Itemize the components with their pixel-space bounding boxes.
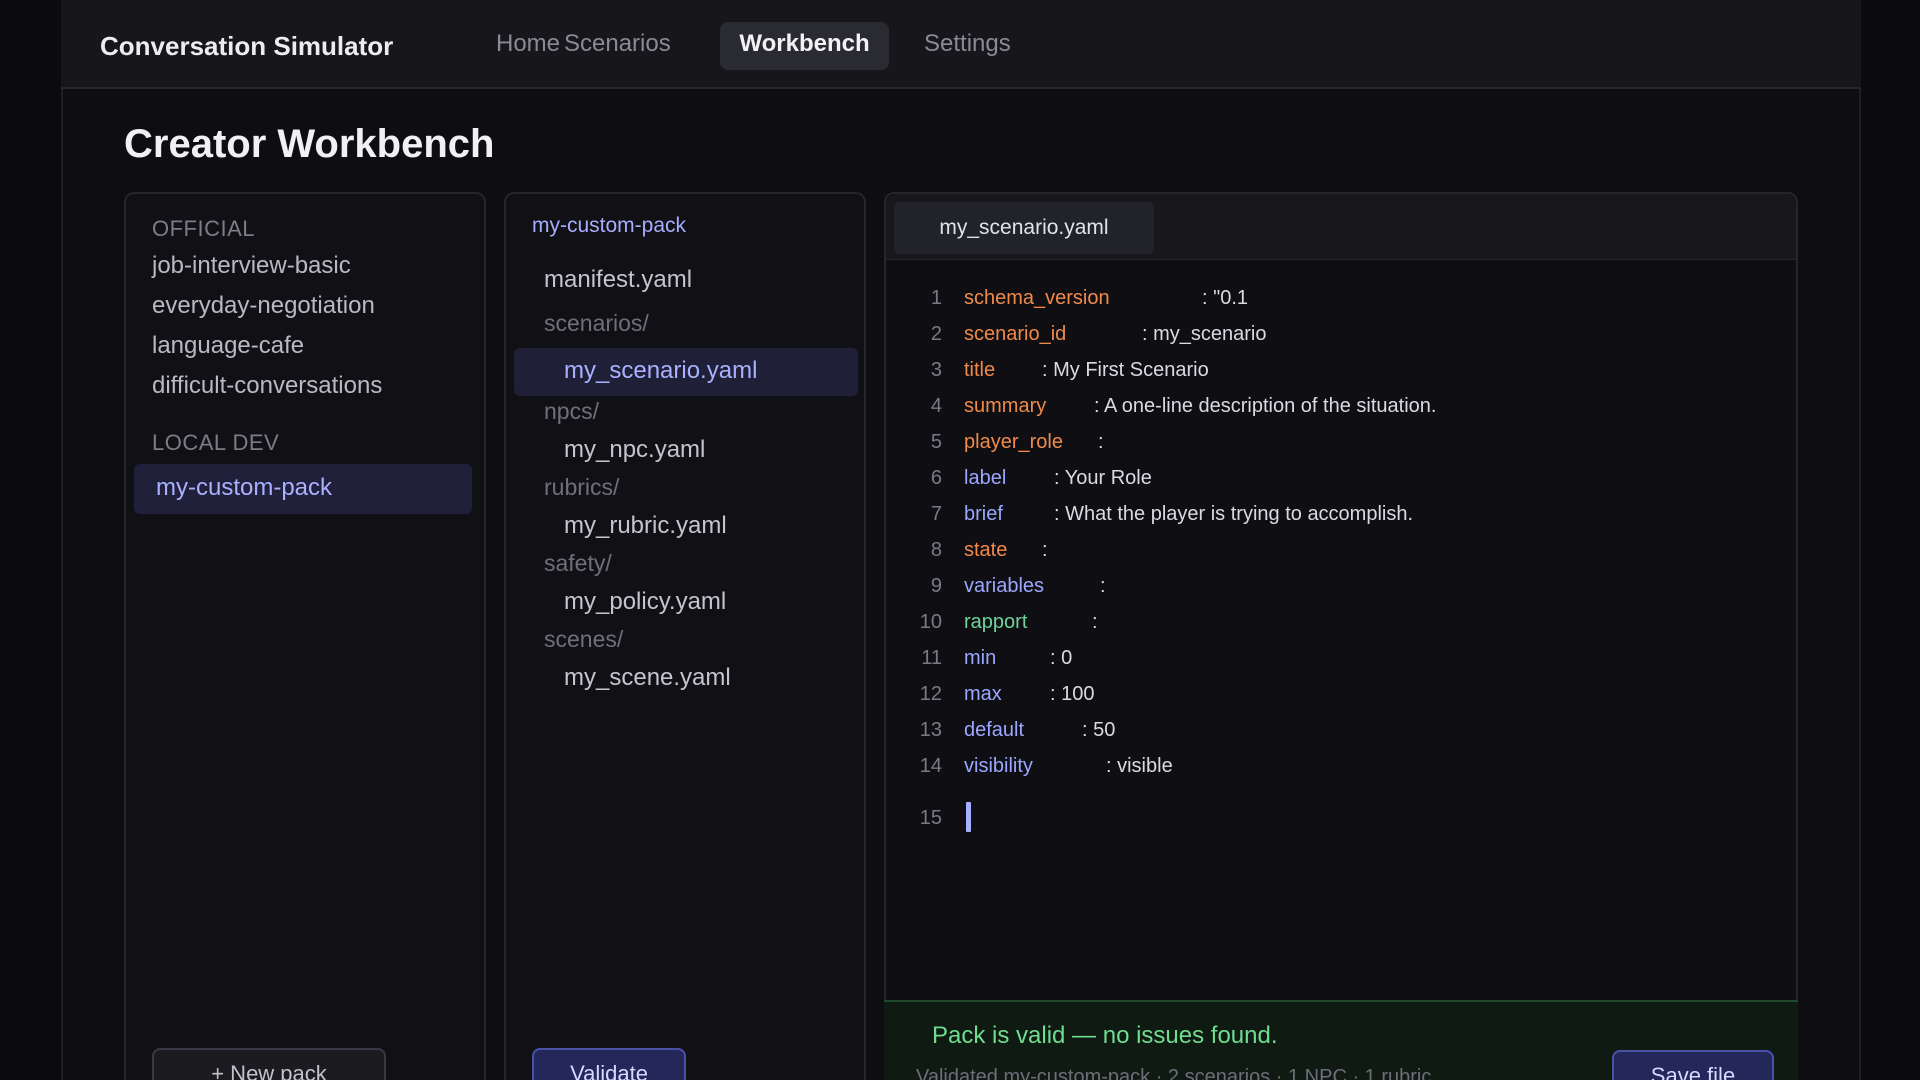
yaml-key: title (964, 359, 996, 381)
line-number: 5 (930, 431, 942, 453)
validate-button[interactable]: Validate (532, 1048, 686, 1080)
code-line[interactable]: 1 schema_version : "0.1 (886, 280, 1786, 316)
code-line[interactable]: 4 summary : A one-line description of th… (886, 388, 1786, 424)
line-number: 9 (930, 575, 942, 597)
text-cursor (966, 802, 971, 832)
file-my-policy[interactable]: my_policy.yaml (564, 588, 726, 616)
yaml-key: state (964, 539, 1008, 561)
folder-scenarios[interactable]: scenarios/ (544, 310, 649, 337)
packs-panel: OFFICIAL job-interview-basic everyday-ne… (124, 192, 486, 1080)
code-line[interactable]: 12 max : 100 (886, 676, 1786, 712)
line-number: 2 (930, 323, 942, 345)
yaml-key: brief (964, 503, 1003, 525)
editor-tab-my-scenario[interactable]: my_scenario.yaml (894, 202, 1154, 254)
code-line[interactable]: 9 variables : (886, 568, 1786, 604)
file-manifest[interactable]: manifest.yaml (544, 266, 692, 294)
file-tree-pack-name: my-custom-pack (532, 214, 687, 237)
line-number: 1 (930, 287, 942, 309)
pack-item-everyday-negotiation[interactable]: everyday-negotiation (152, 292, 375, 320)
yaml-key: schema_version (964, 287, 1110, 309)
page-title: Creator Workbench (124, 122, 495, 166)
yaml-value: : (1100, 575, 1106, 597)
validation-message: Pack is valid — no issues found. (932, 1022, 1278, 1049)
validation-summary: Validated my-custom-pack · 2 scenarios ·… (916, 1066, 1432, 1080)
yaml-key: variables (964, 575, 1045, 597)
yaml-key: min (964, 647, 997, 669)
yaml-value: : "0.1 (1202, 287, 1249, 309)
line-number: 8 (930, 539, 942, 561)
files-panel: my-custom-pack manifest.yaml scenarios/ … (504, 192, 866, 1080)
yaml-value: : 50 (1082, 719, 1116, 741)
yaml-value: : Your Role (1054, 467, 1152, 489)
yaml-value: : (1098, 431, 1104, 453)
yaml-key: visibility (964, 755, 1033, 777)
nav-workbench[interactable]: Workbench (720, 22, 889, 70)
nav-scenarios[interactable]: Scenarios (546, 22, 689, 70)
yaml-value: : A one-line description of the situatio… (1094, 395, 1437, 417)
app-title: Conversation Simulator (100, 31, 394, 61)
line-number: 15 (919, 807, 942, 829)
line-number: 3 (930, 359, 942, 381)
code-line[interactable]: 3 title : My First Scenario (886, 352, 1786, 388)
pack-item-difficult-conversations[interactable]: difficult-conversations (152, 372, 382, 400)
line-number: 6 (930, 467, 942, 489)
code-line[interactable]: 6 label : Your Role (886, 460, 1786, 496)
file-my-scenario[interactable]: my_scenario.yaml (514, 348, 858, 396)
local-dev-section-label: LOCAL DEV (152, 430, 280, 455)
code-line[interactable]: 8 state : (886, 532, 1786, 568)
pack-item-job-interview-basic[interactable]: job-interview-basic (152, 252, 351, 280)
line-number: 14 (919, 755, 942, 777)
folder-safety[interactable]: safety/ (544, 550, 612, 577)
yaml-value: : My First Scenario (1042, 359, 1209, 381)
line-number: 12 (919, 683, 942, 705)
yaml-value: : 100 (1050, 683, 1095, 705)
code-line-current[interactable]: 15 (886, 800, 1786, 836)
official-section-label: OFFICIAL (152, 216, 256, 241)
yaml-value: : (1042, 539, 1048, 561)
line-number: 11 (921, 647, 942, 669)
code-line[interactable]: 5 player_role : (886, 424, 1786, 460)
code-line[interactable]: 13 default : 50 (886, 712, 1786, 748)
line-number: 13 (919, 719, 942, 741)
editor-tab-strip: my_scenario.yaml (886, 194, 1796, 260)
yaml-value: : What the player is trying to accomplis… (1054, 503, 1414, 525)
line-number: 10 (919, 611, 942, 633)
new-pack-button[interactable]: + New pack (152, 1048, 386, 1080)
yaml-value: : visible (1106, 755, 1173, 777)
code-line[interactable]: 11 min : 0 (886, 640, 1786, 676)
file-my-rubric[interactable]: my_rubric.yaml (564, 512, 727, 540)
folder-npcs[interactable]: npcs/ (544, 398, 599, 425)
yaml-key: default (964, 719, 1025, 741)
code-line[interactable]: 2 scenario_id : my_scenario (886, 316, 1786, 352)
line-number: 7 (930, 503, 942, 525)
yaml-key: scenario_id (964, 323, 1067, 345)
yaml-key: label (964, 467, 1007, 489)
code-line[interactable]: 7 brief : What the player is trying to a… (886, 496, 1786, 532)
validation-status-bar: Pack is valid — no issues found. Validat… (884, 1000, 1798, 1080)
folder-rubrics[interactable]: rubrics/ (544, 474, 619, 501)
nav-settings[interactable]: Settings (906, 22, 1029, 70)
pack-item-my-custom-pack[interactable]: my-custom-pack (134, 464, 472, 514)
folder-scenes[interactable]: scenes/ (544, 626, 623, 653)
save-file-button[interactable]: Save file (1612, 1050, 1774, 1080)
yaml-key: summary (964, 395, 1047, 417)
code-line[interactable]: 14 visibility : visible (886, 748, 1786, 784)
line-number: 4 (930, 395, 942, 417)
yaml-value: : (1092, 611, 1098, 633)
yaml-key: player_role (964, 431, 1063, 453)
pack-item-language-cafe[interactable]: language-cafe (152, 332, 304, 360)
yaml-key: rapport (964, 611, 1028, 633)
yaml-key: max (964, 683, 1002, 705)
editor-panel: my_scenario.yaml 1 schema_version : "0.1… (884, 192, 1798, 1080)
yaml-value: : 0 (1050, 647, 1073, 669)
file-my-scene[interactable]: my_scene.yaml (564, 664, 731, 692)
code-line[interactable]: 10 rapport : (886, 604, 1786, 640)
yaml-value: : my_scenario (1142, 323, 1267, 345)
file-my-npc[interactable]: my_npc.yaml (564, 436, 705, 464)
